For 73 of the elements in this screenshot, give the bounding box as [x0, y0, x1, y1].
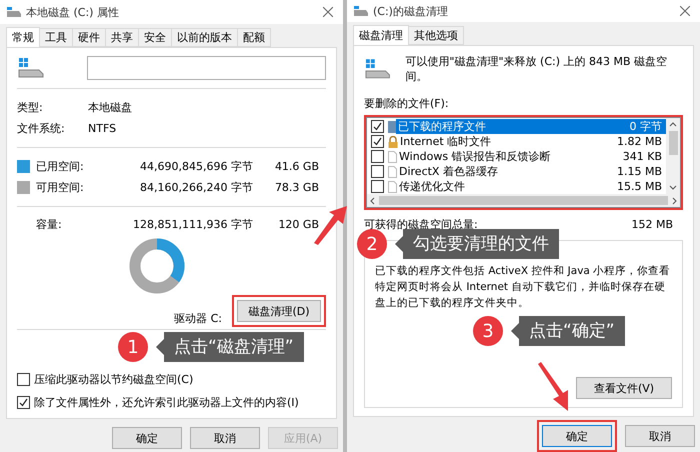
document-icon	[388, 166, 397, 178]
padlock-icon	[388, 136, 398, 148]
callout-pointer	[156, 339, 164, 355]
close-icon[interactable]	[680, 6, 690, 16]
usage-donut-chart	[128, 237, 186, 295]
field-label: 文件系统:	[17, 121, 66, 136]
dialog-button[interactable]: 确定	[112, 427, 182, 449]
tab[interactable]: 共享	[105, 28, 139, 47]
scroll-thumb[interactable]	[668, 131, 678, 155]
checkbox-label: 除了文件属性外，还允许索引此驱动器上文件的内容(I)	[34, 395, 299, 410]
file-list-item[interactable]: Windows 错误报告和反馈诊断 341 KB	[367, 149, 666, 164]
total-value: 152 MB	[631, 218, 673, 231]
drive-label: 驱动器 C:	[174, 312, 222, 324]
field-label: 容量:	[36, 216, 63, 232]
drive-icon	[17, 57, 45, 79]
window-title: (C:)的磁盘清理	[373, 4, 449, 18]
dialog-button[interactable]: 取消	[625, 425, 695, 447]
description-text: 已下载的程序文件包括 ActiveX 控件和 Java 小程序，你查看特定网页时将会从 Internet 自动下载它们，并临时保存在硬盘上的已下载的程序文件夹中。	[375, 264, 672, 311]
tab[interactable]: 常规	[6, 27, 40, 47]
drive-icon	[364, 58, 392, 80]
list-label: 要删除的文件(F):	[364, 96, 450, 111]
file-list-item[interactable]: Internet 临时文件 1.82 MB	[367, 134, 666, 149]
field-label: 类型:	[17, 100, 44, 115]
tab[interactable]: 工具	[39, 28, 73, 47]
close-icon[interactable]	[323, 7, 333, 17]
size-value: 78.3 GB	[274, 181, 319, 194]
field-label: 可用空间:	[36, 180, 85, 195]
checkbox[interactable]	[371, 135, 384, 148]
scroll-left-icon[interactable]	[370, 196, 375, 204]
file-list-item[interactable]: 传递优化文件 15.5 MB	[367, 179, 666, 194]
callout-pointer	[511, 323, 519, 339]
checkbox[interactable]	[371, 150, 384, 163]
byte-count: 44,690,845,696 字节	[139, 159, 253, 174]
tab[interactable]: 配额	[237, 28, 271, 47]
tab[interactable]: 其他选项	[408, 26, 464, 45]
checkbox[interactable]	[17, 373, 30, 386]
callout-pointer	[395, 236, 403, 252]
checkbox[interactable]	[17, 396, 30, 409]
field-value: 本地磁盘	[88, 100, 132, 115]
file-icon	[388, 120, 396, 132]
horizontal-scrollbar[interactable]	[367, 194, 680, 207]
size-value: 41.6 GB	[274, 160, 319, 173]
checkbox[interactable]	[371, 180, 384, 193]
tab[interactable]: 以前的版本	[171, 28, 238, 47]
tab[interactable]: 磁盘清理	[353, 25, 409, 45]
arrow-icon	[537, 362, 571, 412]
checkbox[interactable]	[371, 165, 384, 178]
field-label: 已用空间:	[36, 159, 85, 174]
scroll-thumb[interactable]	[379, 196, 668, 205]
tab[interactable]: 安全	[138, 28, 172, 47]
scroll-right-icon[interactable]	[672, 196, 677, 204]
summary-text: 可以使用"磁盘清理"来释放 (C:) 上的 843 MB 磁盘空间。	[405, 54, 668, 84]
field-value: NTFS	[88, 122, 116, 135]
scroll-up-icon[interactable]	[669, 122, 677, 127]
scroll-down-icon[interactable]	[669, 185, 677, 190]
drive-icon	[6, 6, 22, 18]
document-icon	[388, 150, 397, 162]
drive-icon	[353, 5, 369, 17]
tab[interactable]: 硬件	[72, 28, 106, 47]
checkbox-label: 压缩此驱动器以节约磁盘空间(C)	[34, 372, 194, 387]
byte-count: 128,851,111,936 字节	[132, 216, 253, 232]
size-value: 120 GB	[277, 218, 319, 230]
file-list-item[interactable]: DirectX 着色器缓存 1.15 MB	[367, 164, 666, 179]
checkbox[interactable]	[371, 120, 384, 133]
disk-cleanup-button[interactable]: 磁盘清理(D)	[237, 300, 321, 322]
name-field[interactable]	[87, 56, 326, 80]
document-icon	[388, 180, 397, 192]
window-title: 本地磁盘 (C:) 属性	[26, 4, 120, 20]
dialog-button[interactable]: 确定	[542, 425, 612, 447]
view-files-button[interactable]: 查看文件(V)	[576, 377, 672, 399]
dialog-button[interactable]: 取消	[190, 427, 260, 449]
byte-count: 84,160,266,240 字节	[139, 180, 253, 195]
vertical-scrollbar[interactable]	[666, 118, 680, 194]
